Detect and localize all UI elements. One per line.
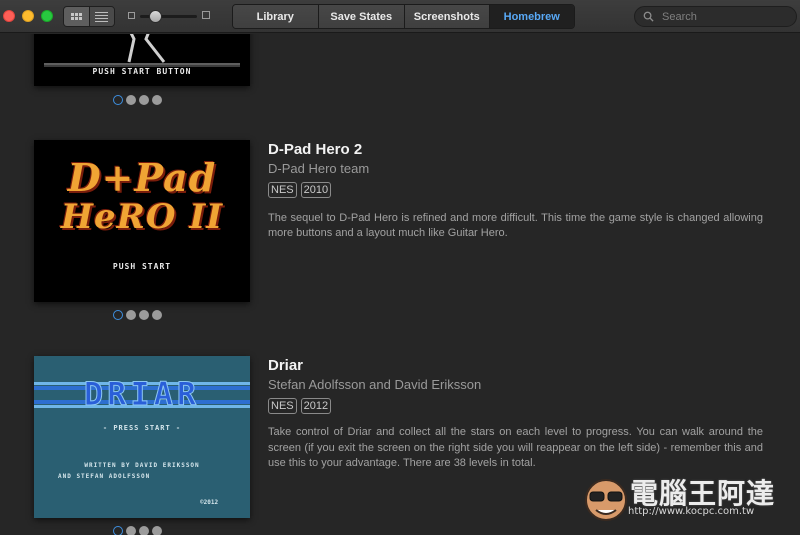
list-icon bbox=[95, 11, 109, 22]
tab-save-states[interactable]: Save States bbox=[317, 5, 404, 28]
section-tabs: Library Save States Screenshots Homebrew bbox=[232, 4, 575, 29]
game-screenshot[interactable]: D+Pad HeRO II PUSH START bbox=[34, 140, 250, 302]
character-sprite bbox=[44, 34, 240, 67]
pager-dot[interactable] bbox=[126, 95, 136, 105]
pager-dot[interactable] bbox=[139, 310, 149, 320]
year-badge: 2012 bbox=[300, 398, 332, 414]
game-info: Driar Stefan Adolfsson and David Eriksso… bbox=[268, 357, 763, 472]
search-input[interactable] bbox=[662, 10, 792, 23]
pager-dot[interactable] bbox=[152, 95, 162, 105]
screenshot-caption: PUSH START bbox=[112, 262, 172, 271]
homebrew-list: PUSH START BUTTON D+Pad HeRO II PUSH STA… bbox=[0, 34, 800, 535]
site-watermark: 電腦王阿達 http://www.kocpc.com.tw bbox=[578, 470, 798, 532]
pager-dot[interactable] bbox=[113, 95, 123, 105]
game-title: Driar bbox=[268, 357, 304, 374]
pager-dot[interactable] bbox=[152, 310, 162, 320]
press-start-text: - PRESS START - bbox=[102, 424, 182, 432]
close-window-button[interactable] bbox=[3, 10, 15, 22]
game-info: D-Pad Hero 2 D-Pad Hero team NES 2010 Th… bbox=[268, 141, 763, 241]
tab-library[interactable]: Library bbox=[233, 5, 318, 28]
zoom-slider[interactable] bbox=[128, 9, 210, 25]
game-description: The sequel to D-Pad Hero is refined and … bbox=[268, 212, 763, 239]
minimize-window-button[interactable] bbox=[22, 10, 34, 22]
grid-icon bbox=[70, 13, 82, 20]
toolbar: Library Save States Screenshots Homebrew bbox=[0, 0, 800, 33]
year-badge: 2010 bbox=[300, 182, 332, 198]
view-mode-switcher bbox=[63, 6, 115, 27]
screenshot-pager bbox=[113, 526, 162, 535]
game-logo: DRIAR bbox=[83, 375, 201, 413]
game-logo-line-1: D+Pad bbox=[67, 155, 217, 200]
game-tags: NES 2010 bbox=[268, 182, 763, 198]
pager-dot[interactable] bbox=[139, 526, 149, 535]
grid-view-button[interactable] bbox=[64, 7, 89, 26]
pager-dot[interactable] bbox=[126, 526, 136, 535]
large-square-icon bbox=[202, 11, 210, 19]
pager-dot[interactable] bbox=[113, 310, 123, 320]
search-icon bbox=[643, 11, 654, 22]
search-field[interactable] bbox=[634, 6, 797, 27]
slider-knob[interactable] bbox=[149, 10, 162, 23]
credits-line-1: WRITTEN BY DAVID ERIKSSON bbox=[84, 462, 200, 469]
game-tags: NES 2012 bbox=[268, 398, 763, 414]
small-square-icon bbox=[128, 12, 135, 19]
screenshot-caption: PUSH START BUTTON bbox=[92, 67, 192, 76]
pager-dot[interactable] bbox=[152, 526, 162, 535]
screenshot-pager bbox=[113, 310, 162, 320]
pager-dot[interactable] bbox=[139, 95, 149, 105]
screenshot-pager bbox=[113, 95, 162, 105]
tab-screenshots[interactable]: Screenshots bbox=[404, 5, 489, 28]
game-screenshot[interactable]: DRIAR - PRESS START - WRITTEN BY DAVID E… bbox=[34, 356, 250, 518]
copyright-text: ©2012 bbox=[200, 499, 219, 506]
game-author: Stefan Adolfsson and David Eriksson bbox=[268, 377, 482, 392]
watermark-url: http://www.kocpc.com.tw bbox=[628, 506, 755, 517]
system-badge: NES bbox=[268, 398, 297, 414]
tab-homebrew[interactable]: Homebrew bbox=[488, 5, 574, 28]
credits-line-2: AND STEFAN ADOLFSSON bbox=[58, 473, 151, 480]
mascot-face-icon bbox=[585, 479, 627, 521]
game-description: Take control of Driar and collect all th… bbox=[268, 426, 763, 469]
system-badge: NES bbox=[268, 182, 297, 198]
game-author: D-Pad Hero team bbox=[268, 161, 370, 176]
pager-dot[interactable] bbox=[113, 526, 123, 535]
game-title: D-Pad Hero 2 bbox=[268, 141, 363, 158]
pager-dot[interactable] bbox=[126, 310, 136, 320]
zoom-window-button[interactable] bbox=[41, 10, 53, 22]
game-screenshot[interactable]: PUSH START BUTTON bbox=[34, 34, 250, 86]
game-logo-line-2: HeRO II bbox=[60, 197, 224, 237]
list-view-button[interactable] bbox=[88, 7, 114, 26]
